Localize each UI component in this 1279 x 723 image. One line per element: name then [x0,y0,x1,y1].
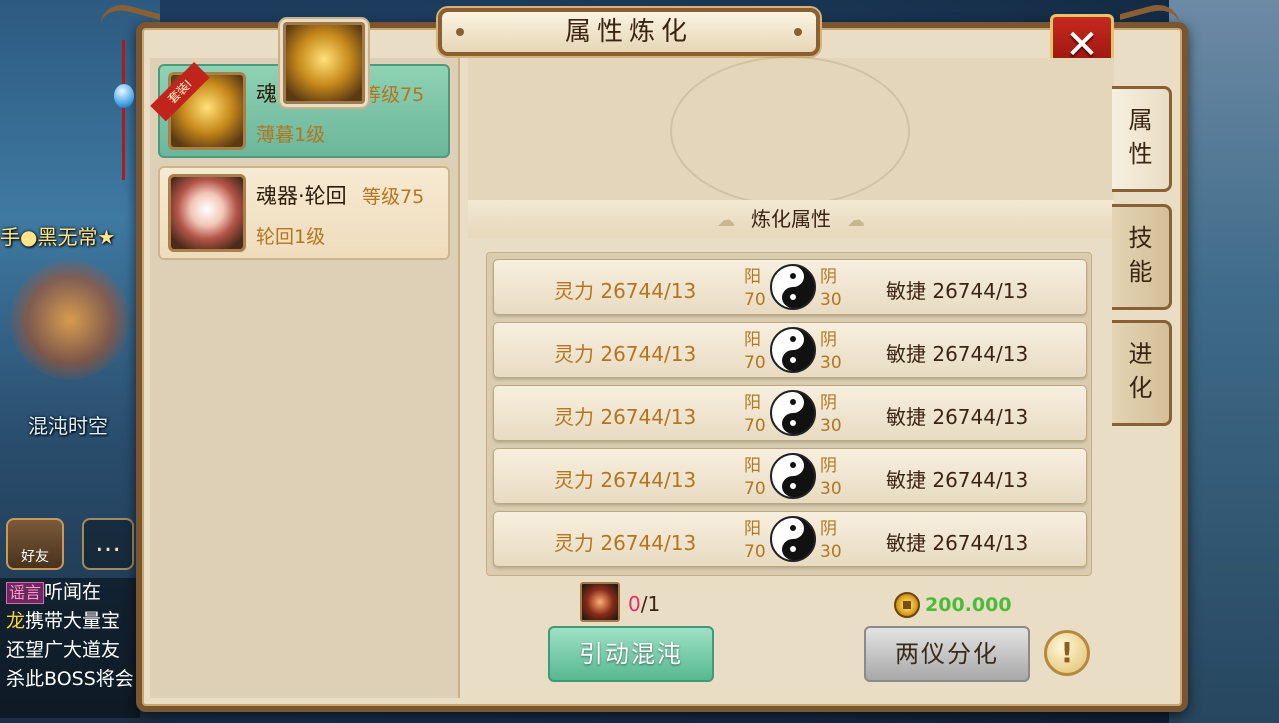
yang-label: 阳 [744,519,761,539]
section-title: 炼化属性 [751,207,831,231]
taiji-icon [770,453,816,499]
gold-cost: 200.000 [925,594,1012,616]
attribute-row[interactable]: 灵力 26744/13 阳 70 阴 30 敏捷 26744/13 [493,448,1087,504]
attribute-row[interactable]: 灵力 26744/13 阳 70 阴 30 敏捷 26744/13 [493,511,1087,567]
attr-right-value: 敏捷 26744/13 [886,468,1029,492]
attribute-row[interactable]: 灵力 26744/13 阳 70 阴 30 敏捷 26744/13 [493,385,1087,441]
yin-label: 阴 [820,519,837,539]
pearl-artifact-icon [168,174,246,252]
taiji-icon [770,516,816,562]
yang-value: 70 [744,542,766,562]
tab-label: 性 [1128,140,1153,168]
attribute-rows: 灵力 26744/13 阳 70 阴 30 敏捷 26744/13 灵力 267… [486,252,1092,576]
yin-value: 30 [820,290,842,310]
attr-left-value: 灵力 26744/13 [554,405,697,429]
info-button[interactable]: ! [1044,630,1090,676]
yin-label: 阴 [820,330,837,350]
yin-value: 30 [820,479,842,499]
yang-value: 70 [744,416,766,436]
item-level: 等级75 [362,84,425,106]
chat-bubble-icon[interactable]: … [82,518,134,570]
attribute-row[interactable]: 灵力 26744/13 阳 70 阴 30 敏捷 26744/13 [493,322,1087,378]
title-dot-icon [794,28,802,36]
item-level: 等级75 [362,186,425,208]
attr-right-value: 敏捷 26744/13 [886,342,1029,366]
invoke-chaos-button[interactable]: 引动混沌 [548,626,714,682]
section-header: ☁ 炼化属性 ☁ [468,200,1114,238]
chat-line: 还望广大道友 [6,639,121,661]
chat-text: 携带大量宝 [25,610,121,632]
yang-label: 阳 [744,456,761,476]
attr-left-value: 灵力 26744/13 [554,342,697,366]
attr-right-value: 敏捷 26744/13 [886,531,1029,555]
material-have: 0 [628,592,641,616]
yang-label: 阳 [744,393,761,413]
tab-label: 技 [1128,224,1153,252]
yin-value: 30 [820,353,842,373]
panel-title: 属性炼化 [438,8,820,56]
attr-left-value: 灵力 26744/13 [554,279,697,303]
attribute-row[interactable]: 灵力 26744/13 阳 70 阴 30 敏捷 26744/13 [493,259,1087,315]
tab-label: 进 [1128,340,1153,368]
taiji-icon [770,264,816,310]
yang-label: 阳 [744,267,761,287]
taiji-icon [770,390,816,436]
item-list: 套装I 魂器·薄暮 等级75 薄暮1级 魂器·轮回 等级75 轮回1级 [150,58,460,698]
attr-left-value: 灵力 26744/13 [554,468,697,492]
selected-artifact-icon[interactable] [283,22,365,104]
item-sub-level: 轮回1级 [256,226,326,248]
tab-evolve[interactable]: 进 化 [1112,320,1172,426]
yin-label: 阴 [820,267,837,287]
yin-value: 30 [820,416,842,436]
tassel-decoration [112,40,136,190]
friends-label: 好友 [21,549,49,565]
tab-label: 能 [1128,258,1153,286]
chat-text: 听闻在 [44,581,102,603]
item-card-lunhui[interactable]: 魂器·轮回 等级75 轮回1级 [158,166,450,260]
panel-title-text: 属性炼化 [564,17,693,47]
tab-attributes[interactable]: 属 性 [1112,86,1172,192]
item-preview-area [468,56,1114,206]
tab-label: 属 [1128,106,1153,134]
taiji-icon [770,327,816,373]
yang-value: 70 [744,353,766,373]
zone-name-label: 混沌时空 [28,414,108,438]
chat-highlight: 龙 [6,610,26,632]
friends-button[interactable]: 好友 [6,518,64,570]
dragon-statue [10,260,130,380]
material-count: 0/1 [628,592,660,616]
cloud-ornament-icon: ☁ [847,210,865,231]
attr-right-value: 敏捷 26744/13 [886,279,1029,303]
yang-label: 阳 [744,330,761,350]
material-need: /1 [640,592,661,616]
coin-icon [894,592,920,618]
yang-value: 70 [744,290,766,310]
attr-left-value: 灵力 26744/13 [554,531,697,555]
yin-value: 30 [820,542,842,562]
title-dot-icon [456,28,464,36]
chat-log[interactable]: 谣言 听闻在 龙携带大量宝 还望广大道友 杀此BOSS将会 [0,578,140,718]
yang-value: 70 [744,479,766,499]
chat-line: 杀此BOSS将会 [6,668,134,690]
tab-label: 化 [1128,374,1153,402]
decorative-ring [670,56,910,206]
chat-line: 谣言 听闻在 [6,578,140,607]
cloud-ornament-icon: ☁ [717,210,735,231]
split-yinyang-button[interactable]: 两仪分化 [864,626,1030,682]
material-item-icon[interactable] [580,582,620,622]
yin-label: 阴 [820,393,837,413]
tab-skills[interactable]: 技 能 [1112,204,1172,310]
item-name: 魂器·轮回 [256,184,347,208]
chat-line: 龙携带大量宝 [6,607,140,636]
item-sub-level: 薄暮1级 [256,124,326,146]
rumor-tag: 谣言 [6,582,45,604]
attr-right-value: 敏捷 26744/13 [886,405,1029,429]
yin-label: 阴 [820,456,837,476]
npc-name-label: 手●黑无常★ [0,225,116,249]
